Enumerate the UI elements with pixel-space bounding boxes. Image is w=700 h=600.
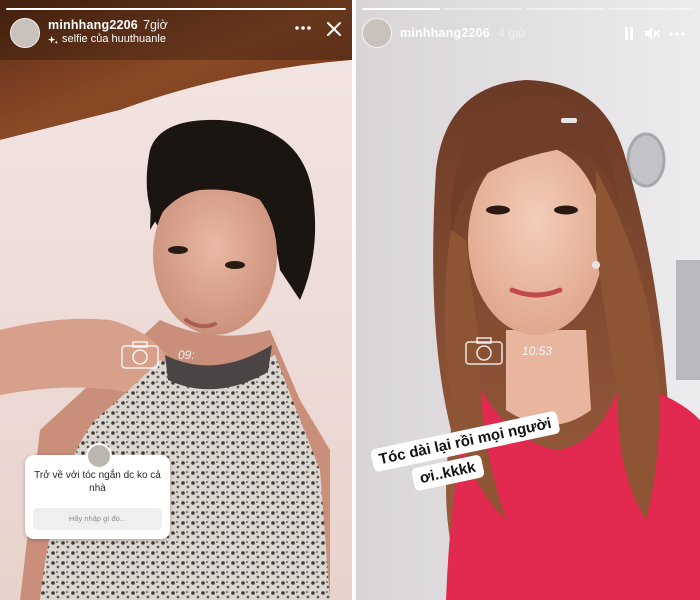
photo-timestamp: 10:53 — [522, 344, 553, 358]
timestamp: 7giờ — [143, 18, 168, 32]
question-text: Trở về với tóc ngắn dc ko cả nhà — [34, 470, 161, 494]
timestamp: 4 giờ — [498, 26, 527, 40]
username[interactable]: minhhang2206 — [48, 18, 138, 32]
story-progress-bar-2 — [444, 8, 522, 10]
pause-icon[interactable] — [624, 27, 634, 40]
right-story-photo — [356, 0, 700, 600]
story-progress-bar-1 — [362, 8, 440, 10]
close-icon[interactable] — [326, 21, 342, 37]
photo-timestamp: 09: — [178, 348, 195, 362]
story-progress-bar — [6, 8, 346, 10]
username[interactable]: minhhang2206 — [400, 26, 490, 40]
story-header: minhhang2206 7giờ selfie của huuthuanle — [10, 16, 342, 50]
more-options-icon[interactable] — [295, 26, 311, 30]
story-progress-bar-4 — [608, 8, 694, 10]
story-progress-bar-3 — [526, 8, 604, 10]
story-header: minhhang2206 4 giờ — [362, 16, 690, 50]
avatar[interactable] — [10, 18, 40, 48]
camera-icon — [465, 337, 503, 365]
mute-icon[interactable] — [644, 26, 660, 41]
question-answer-input[interactable]: Hãy nhập gì đó... — [33, 508, 162, 530]
avatar[interactable] — [362, 18, 392, 48]
left-story[interactable]: minhhang2206 7giờ selfie của huuthuanle … — [0, 0, 352, 600]
story-subtitle[interactable]: selfie của huuthuanle — [62, 33, 166, 45]
right-story[interactable]: minhhang2206 4 giờ 10:53 Tóc dài lại rồi… — [356, 0, 700, 600]
sparkle-icon — [48, 35, 59, 45]
question-sticker-avatar — [86, 443, 112, 469]
question-sticker[interactable]: Trở về với tóc ngắn dc ko cả nhà Hãy nhậ… — [25, 443, 170, 539]
camera-icon — [121, 341, 159, 369]
more-options-icon[interactable] — [669, 32, 685, 36]
